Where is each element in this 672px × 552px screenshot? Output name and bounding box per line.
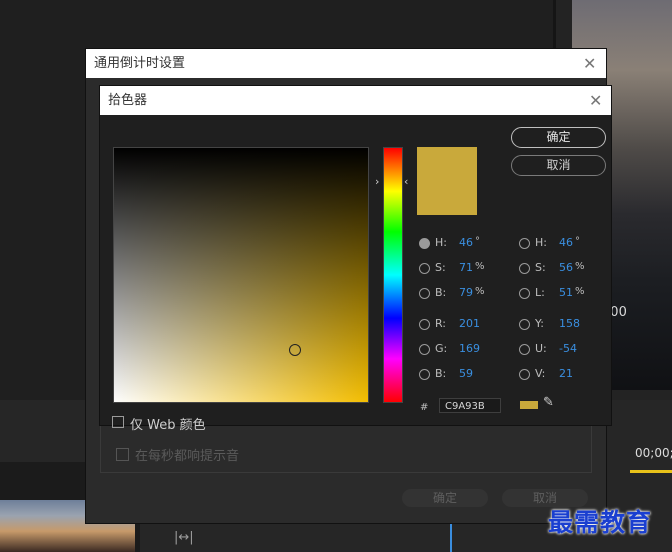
rgb-blue-value[interactable]: 59 — [459, 367, 473, 380]
hsb-saturation-radio[interactable] — [419, 263, 430, 274]
color-field-gradient — [114, 148, 368, 402]
outer-close-icon[interactable]: ✕ — [583, 49, 596, 78]
hsb-saturation-unit: % — [475, 261, 485, 272]
hex-hash-label: # — [420, 402, 429, 413]
yuv-y-radio[interactable] — [519, 319, 530, 330]
rgb-green-label: G: — [435, 342, 448, 355]
fit-width-icon[interactable]: |↔| — [174, 530, 194, 545]
web-colors-only-checkbox[interactable] — [112, 416, 124, 428]
yuv-y-value[interactable]: 158 — [559, 317, 580, 330]
hue-slider-right-arrow-icon[interactable]: ‹ — [404, 175, 408, 188]
web-colors-only-label: 仅 Web 颜色 — [130, 418, 206, 433]
hsl-hue-label: H: — [535, 236, 547, 249]
hue-slider-left-arrow-icon[interactable]: › — [375, 175, 379, 188]
color-field-cursor[interactable] — [289, 344, 301, 356]
hsb-hue-value[interactable]: 46 — [459, 236, 473, 249]
ok-button[interactable]: 确定 — [511, 127, 606, 148]
hsl-saturation-value[interactable]: 56 — [559, 261, 573, 274]
hsl-hue-radio[interactable] — [519, 238, 530, 249]
rgb-blue-radio[interactable] — [419, 369, 430, 380]
yuv-v-value[interactable]: 21 — [559, 367, 573, 380]
yuv-u-radio[interactable] — [519, 344, 530, 355]
eyedropper-icon[interactable]: ✎ — [543, 395, 554, 410]
rgb-green-radio[interactable] — [419, 344, 430, 355]
color-picker-close-icon[interactable]: ✕ — [589, 86, 602, 115]
outer-ok-button[interactable]: 确定 — [402, 489, 488, 507]
hsl-hue-value[interactable]: 46 — [559, 236, 573, 249]
beep-checkbox[interactable] — [116, 448, 129, 461]
selected-color-swatch — [417, 147, 477, 215]
hsl-hue-unit: ° — [575, 236, 580, 247]
color-picker-title: 拾色器 — [108, 93, 148, 108]
beep-each-second-option[interactable]: 在每秒都响提示音 — [116, 445, 239, 464]
rgb-red-radio[interactable] — [419, 319, 430, 330]
saturation-brightness-field[interactable] — [113, 147, 369, 403]
outer-dialog-title: 通用倒计时设置 — [94, 56, 186, 71]
hsl-lightness-unit: % — [575, 286, 585, 297]
hsl-saturation-label: S: — [535, 261, 546, 274]
current-color-chip — [520, 401, 538, 409]
hsb-saturation-value[interactable]: 71 — [459, 261, 473, 274]
playhead-line[interactable] — [450, 522, 452, 552]
hex-input[interactable]: C9A93B — [439, 398, 501, 413]
hsb-hue-radio[interactable] — [419, 238, 430, 249]
watermark-logo: 最需教育 — [548, 508, 653, 537]
timeline-ruler-time: 00;00; — [635, 446, 672, 460]
yuv-y-label: Y: — [535, 317, 544, 330]
hsb-brightness-radio[interactable] — [419, 288, 430, 299]
rgb-green-value[interactable]: 169 — [459, 342, 480, 355]
hsb-brightness-label: B: — [435, 286, 447, 299]
hsb-hue-unit: ° — [475, 236, 480, 247]
rgb-red-label: R: — [435, 317, 447, 330]
cancel-button[interactable]: 取消 — [511, 155, 606, 176]
rgb-blue-label: B: — [435, 367, 447, 380]
yuv-v-radio[interactable] — [519, 369, 530, 380]
work-area-bar[interactable] — [630, 470, 672, 473]
hue-slider[interactable] — [383, 147, 403, 403]
yuv-u-value[interactable]: -54 — [559, 342, 577, 355]
hsl-saturation-unit: % — [575, 261, 585, 272]
hsl-lightness-radio[interactable] — [519, 288, 530, 299]
rgb-red-value[interactable]: 201 — [459, 317, 480, 330]
outer-dialog-titlebar: 通用倒计时设置 ✕ — [86, 49, 606, 78]
yuv-v-label: V: — [535, 367, 546, 380]
color-picker-dialog: 拾色器 ✕ › ‹ 确定 取消 H: 46 ° S: 71 % B: 79 % … — [99, 85, 612, 433]
beep-checkbox-label: 在每秒都响提示音 — [135, 449, 240, 464]
hsb-hue-label: H: — [435, 236, 447, 249]
hsl-lightness-value[interactable]: 51 — [559, 286, 573, 299]
hsl-saturation-radio[interactable] — [519, 263, 530, 274]
hsl-lightness-label: L: — [535, 286, 545, 299]
hsb-brightness-unit: % — [475, 286, 485, 297]
yuv-u-label: U: — [535, 342, 547, 355]
hsb-brightness-value[interactable]: 79 — [459, 286, 473, 299]
hsb-saturation-label: S: — [435, 261, 446, 274]
color-picker-titlebar: 拾色器 ✕ — [100, 86, 611, 115]
